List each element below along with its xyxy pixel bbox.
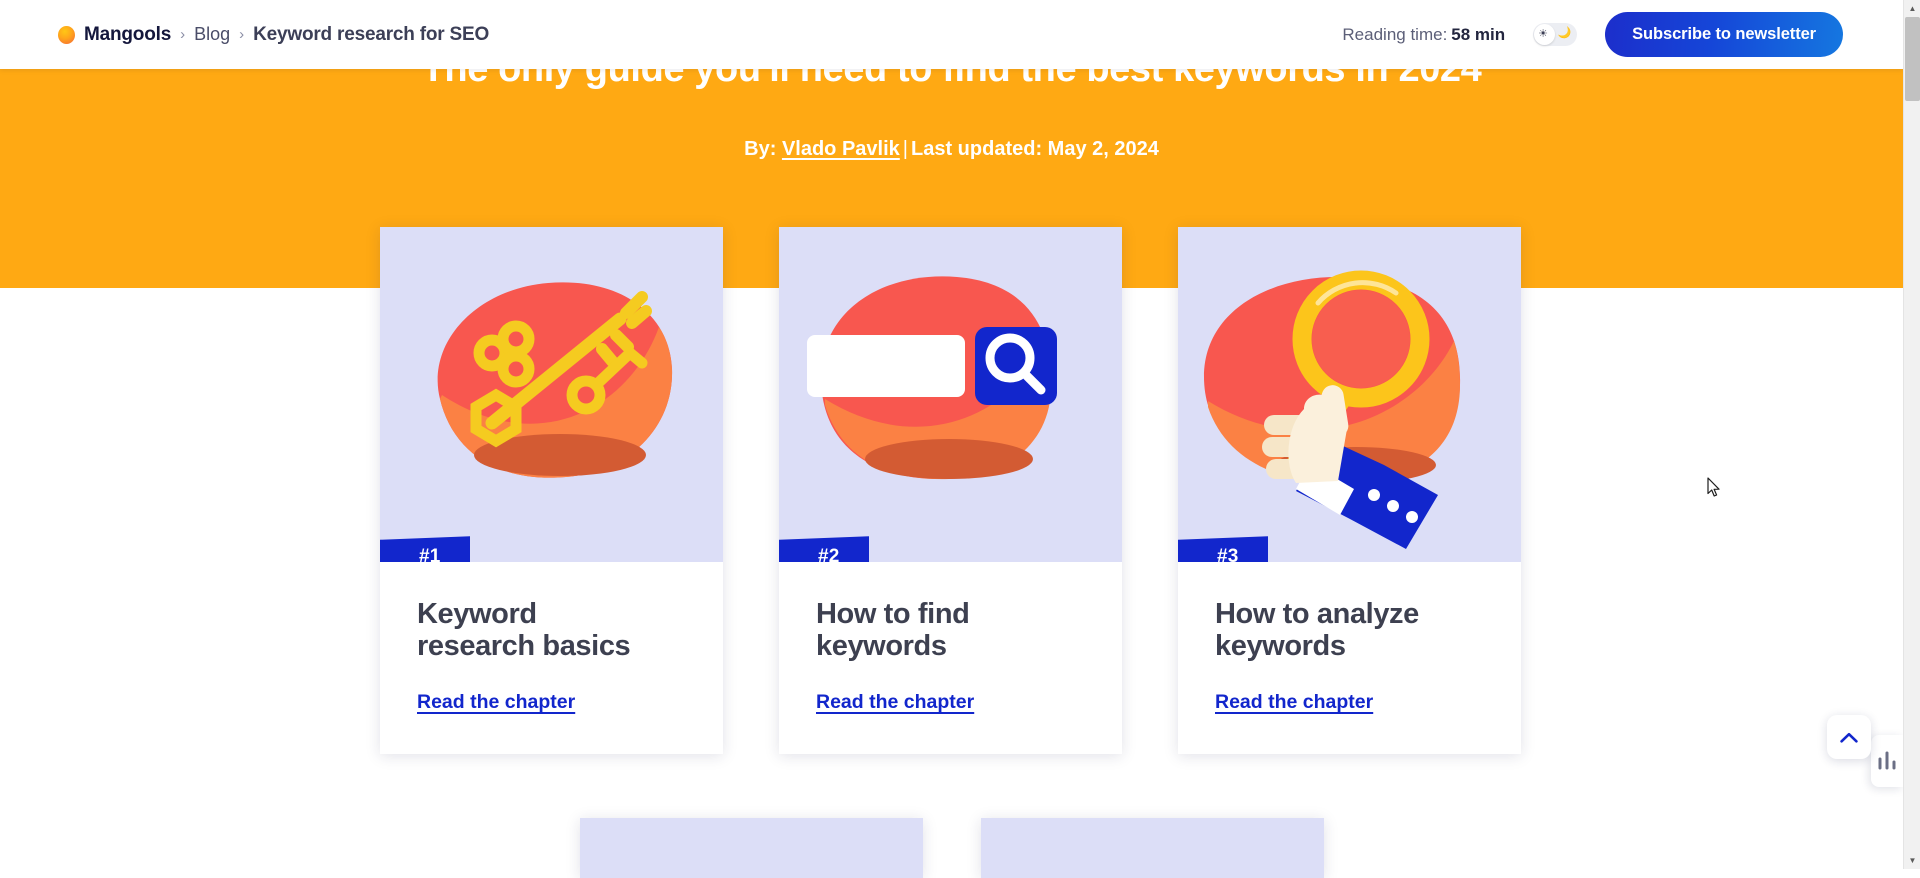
magnifier-hand-illustration bbox=[1204, 270, 1461, 549]
chapter-card-3-link[interactable]: Read the chapter bbox=[1215, 691, 1373, 713]
chapter-badge-3: #3 bbox=[1178, 536, 1268, 562]
byline-prefix: By: bbox=[744, 138, 777, 160]
theme-toggle[interactable]: ☀ 🌙 bbox=[1533, 23, 1578, 46]
breadcrumb-blog[interactable]: Blog bbox=[194, 24, 230, 45]
chapter-card-1-image: #1 bbox=[380, 227, 723, 562]
reading-time-label: Reading time: bbox=[1342, 24, 1448, 44]
chapter-badge-3-text: #3 bbox=[1217, 545, 1239, 562]
last-updated: Last updated: May 2, 2024 bbox=[910, 138, 1159, 160]
reading-time: Reading time: 58 min bbox=[1342, 25, 1505, 45]
breadcrumb-current: Keyword research for SEO bbox=[253, 23, 490, 45]
mangools-logo-icon bbox=[58, 25, 75, 44]
breadcrumb-separator-1: › bbox=[180, 26, 186, 43]
chapter-card-1-title: Keyword research basics bbox=[417, 598, 631, 663]
chapter-cards-row-next bbox=[580, 818, 1324, 878]
moon-icon: 🌙 bbox=[1557, 27, 1572, 39]
subscribe-button[interactable]: Subscribe to newsletter bbox=[1605, 12, 1843, 57]
chapter-card-4-partial[interactable] bbox=[580, 818, 923, 878]
chapter-card-1-link[interactable]: Read the chapter bbox=[417, 691, 575, 713]
chapter-card-2-title: How to find keywords bbox=[816, 598, 970, 663]
reading-time-value: 58 min bbox=[1451, 24, 1506, 44]
chapter-badge-1: #1 bbox=[380, 536, 470, 562]
chapter-card-5-image bbox=[981, 818, 1324, 878]
mouse-cursor bbox=[1707, 477, 1721, 503]
scrollbar-thumb[interactable] bbox=[1905, 17, 1920, 101]
chapter-badge-2-text: #2 bbox=[818, 545, 840, 562]
analytics-icon bbox=[1878, 751, 1896, 770]
breadcrumb-separator-2: › bbox=[239, 26, 245, 43]
chapter-badge-1-text: #1 bbox=[419, 545, 441, 562]
scroll-to-top-button[interactable] bbox=[1827, 715, 1871, 759]
chapter-card-4-image bbox=[580, 818, 923, 878]
chapter-cards-row: #1 Keyword research basics Read the chap… bbox=[380, 227, 1521, 754]
chapter-card-3[interactable]: #3 How to analyze keywords Read the chap… bbox=[1178, 227, 1521, 754]
chapter-card-2-image: #2 bbox=[779, 227, 1122, 562]
breadcrumb-brand[interactable]: Mangools bbox=[84, 24, 171, 46]
chapter-card-1[interactable]: #1 Keyword research basics Read the chap… bbox=[380, 227, 723, 754]
search-box-illustration bbox=[807, 276, 1057, 480]
header-actions: Reading time: 58 min ☀ 🌙 Subscribe to new… bbox=[1342, 12, 1843, 57]
breadcrumb: Mangools › Blog › Keyword research for S… bbox=[58, 24, 489, 46]
sticky-header: Mangools › Blog › Keyword research for S… bbox=[0, 0, 1903, 69]
scrollbar-up-arrow[interactable]: ▲ bbox=[1904, 0, 1920, 17]
chevron-up-icon bbox=[1840, 732, 1858, 743]
chapter-card-3-title: How to analyze keywords bbox=[1215, 598, 1419, 663]
chapter-card-2[interactable]: #2 How to find keywords Read the chapter bbox=[779, 227, 1122, 754]
chapter-card-3-body: How to analyze keywords Read the chapter bbox=[1178, 562, 1521, 754]
byline-separator: | bbox=[902, 138, 908, 160]
chapter-card-5-partial[interactable] bbox=[981, 818, 1324, 878]
scrollbar-down-arrow[interactable]: ▼ bbox=[1904, 852, 1920, 869]
chapter-card-1-body: Keyword research basics Read the chapter bbox=[380, 562, 723, 754]
chapter-card-2-link[interactable]: Read the chapter bbox=[816, 691, 974, 713]
page-scrollbar[interactable]: ▲ ▼ bbox=[1903, 0, 1920, 869]
side-widget-tab[interactable] bbox=[1871, 735, 1903, 787]
chapter-card-3-image: #3 bbox=[1178, 227, 1521, 562]
chapter-badge-2: #2 bbox=[779, 536, 869, 562]
hero-byline: By: Vlado Pavlik | Last updated: May 2, 20… bbox=[0, 138, 1903, 161]
sun-icon: ☀ bbox=[1538, 28, 1549, 40]
chapter-card-2-body: How to find keywords Read the chapter bbox=[779, 562, 1122, 754]
author-link[interactable]: Vlado Pavlik bbox=[782, 138, 900, 160]
key-illustration bbox=[437, 282, 673, 478]
